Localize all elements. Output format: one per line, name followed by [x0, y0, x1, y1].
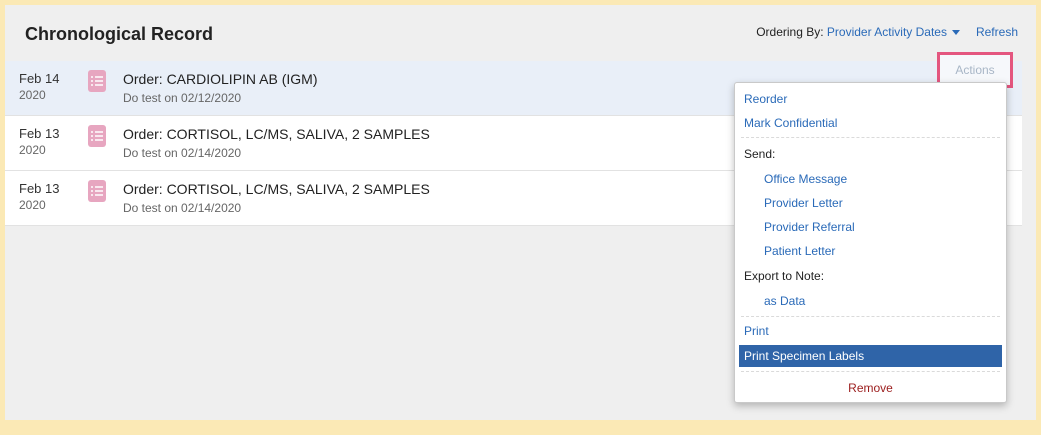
menu-item-print-specimen-labels[interactable]: Print Specimen Labels — [739, 345, 1002, 367]
menu-item-as-data[interactable]: as Data — [739, 290, 1002, 312]
record-title[interactable]: Order: CORTISOL, LC/MS, SALIVA, 2 SAMPLE… — [123, 126, 430, 142]
refresh-link[interactable]: Refresh — [976, 25, 1018, 39]
menu-item-patient-letter[interactable]: Patient Letter — [739, 240, 1002, 262]
record-date: Feb 13 2020 — [19, 126, 59, 158]
actions-menu: Reorder Mark Confidential Send: Office M… — [734, 82, 1007, 403]
menu-header-export: Export to Note: — [744, 269, 825, 283]
menu-divider — [741, 371, 1000, 372]
menu-item-print[interactable]: Print — [739, 320, 1002, 342]
menu-item-provider-letter[interactable]: Provider Letter — [739, 192, 1002, 214]
record-subtitle: Do test on 02/14/2020 — [123, 146, 242, 160]
menu-item-provider-referral[interactable]: Provider Referral — [739, 216, 1002, 238]
record-year: 2020 — [19, 198, 46, 212]
chevron-down-icon[interactable] — [951, 29, 960, 35]
menu-divider — [741, 316, 1000, 317]
record-subtitle: Do test on 02/12/2020 — [123, 91, 242, 105]
menu-item-reorder[interactable]: Reorder — [739, 88, 1002, 110]
menu-item-mark-confidential[interactable]: Mark Confidential — [739, 112, 1002, 134]
page-title: Chronological Record — [25, 24, 214, 44]
record-year: 2020 — [19, 88, 46, 102]
order-document-icon — [88, 125, 106, 147]
record-title[interactable]: Order: CARDIOLIPIN AB (IGM) — [123, 71, 317, 87]
record-subtitle: Do test on 02/14/2020 — [123, 201, 242, 215]
menu-divider — [741, 137, 1000, 138]
record-date: Feb 13 2020 — [19, 181, 59, 213]
record-month-day: Feb 13 — [19, 126, 60, 141]
order-document-icon — [88, 70, 106, 92]
record-year: 2020 — [19, 143, 46, 157]
record-title[interactable]: Order: CORTISOL, LC/MS, SALIVA, 2 SAMPLE… — [123, 181, 430, 197]
order-document-icon — [88, 180, 106, 202]
menu-item-office-message[interactable]: Office Message — [739, 168, 1002, 190]
record-month-day: Feb 14 — [19, 71, 60, 86]
record-date: Feb 14 2020 — [19, 71, 59, 103]
menu-header-send: Send: — [744, 147, 776, 161]
ordering-label: Ordering By: — [756, 25, 824, 39]
record-month-day: Feb 13 — [19, 181, 60, 196]
ordering-dropdown[interactable]: Provider Activity Dates — [827, 25, 947, 39]
menu-item-remove[interactable]: Remove — [739, 377, 1002, 399]
ordering-controls: Ordering By: Provider Activity Dates Ref… — [756, 25, 1018, 39]
